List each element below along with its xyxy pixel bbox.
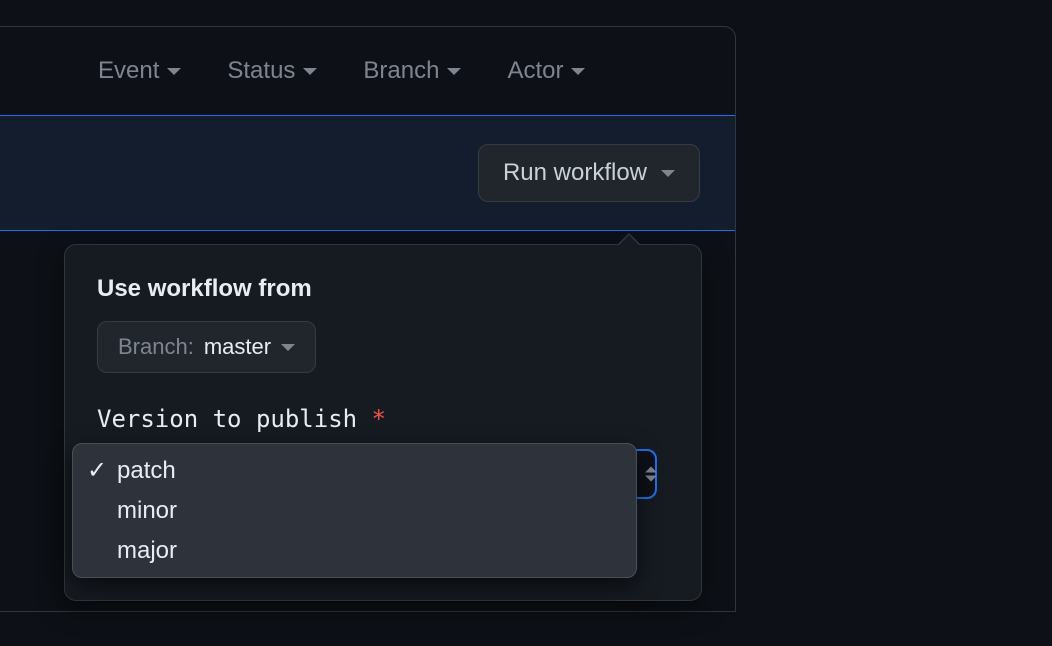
filter-bar: Event Status Branch Actor [0,27,735,116]
caret-down-icon [303,68,317,75]
branch-selector-value: master [204,334,271,360]
select-stepper-icon [645,467,657,482]
filter-branch-label: Branch [363,57,439,85]
version-option-minor[interactable]: minor [73,491,636,531]
filter-branch[interactable]: Branch [363,57,461,85]
branch-selector-label: Branch: [118,334,194,360]
option-label: major [117,537,177,565]
caret-down-icon [167,68,181,75]
option-label: minor [117,497,177,525]
version-label-text: Version to publish [97,405,357,433]
caret-down-icon [447,68,461,75]
version-option-patch[interactable]: ✓ patch [73,450,636,491]
filter-event-label: Event [98,57,159,85]
required-asterisk: * [372,405,386,433]
version-option-major[interactable]: major [73,531,636,571]
popover-title: Use workflow from [97,275,669,303]
branch-selector[interactable]: Branch: master [97,321,316,373]
run-workflow-label: Run workflow [503,159,647,187]
filter-status-label: Status [227,57,295,85]
check-icon: ✓ [87,456,105,485]
filter-actor[interactable]: Actor [507,57,585,85]
caret-down-icon [281,344,295,351]
caret-down-icon [571,68,585,75]
filter-actor-label: Actor [507,57,563,85]
filter-event[interactable]: Event [98,57,181,85]
version-dropdown-menu: ✓ patch minor major [72,443,637,578]
run-workflow-button[interactable]: Run workflow [478,144,700,202]
option-label: patch [117,457,176,485]
workflow-dispatch-bar: Run workflow [0,116,735,231]
filter-status[interactable]: Status [227,57,317,85]
caret-down-icon [661,170,675,177]
version-field-label: Version to publish * [97,405,669,433]
